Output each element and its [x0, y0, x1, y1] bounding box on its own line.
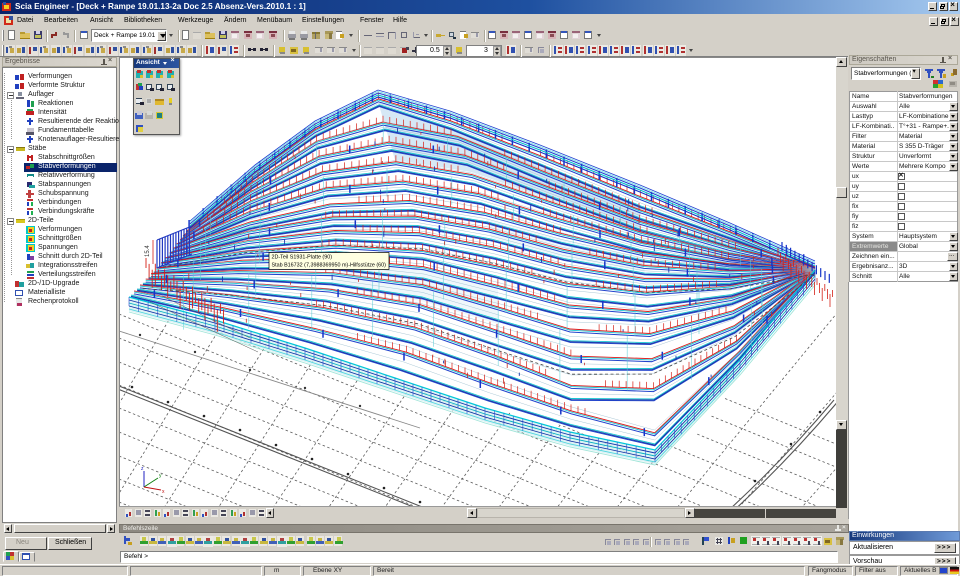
svg-text:y: y [159, 473, 162, 479]
svg-text:x: x [162, 489, 165, 495]
svg-text:Stab B16732 (7,3988369950 m)-H: Stab B16732 (7,3988369950 m)-Hilfsstütze… [272, 263, 387, 269]
svg-text:15.4: 15.4 [145, 245, 151, 257]
svg-text:2D-Teil S1931-Platte (90): 2D-Teil S1931-Platte (90) [272, 255, 333, 261]
